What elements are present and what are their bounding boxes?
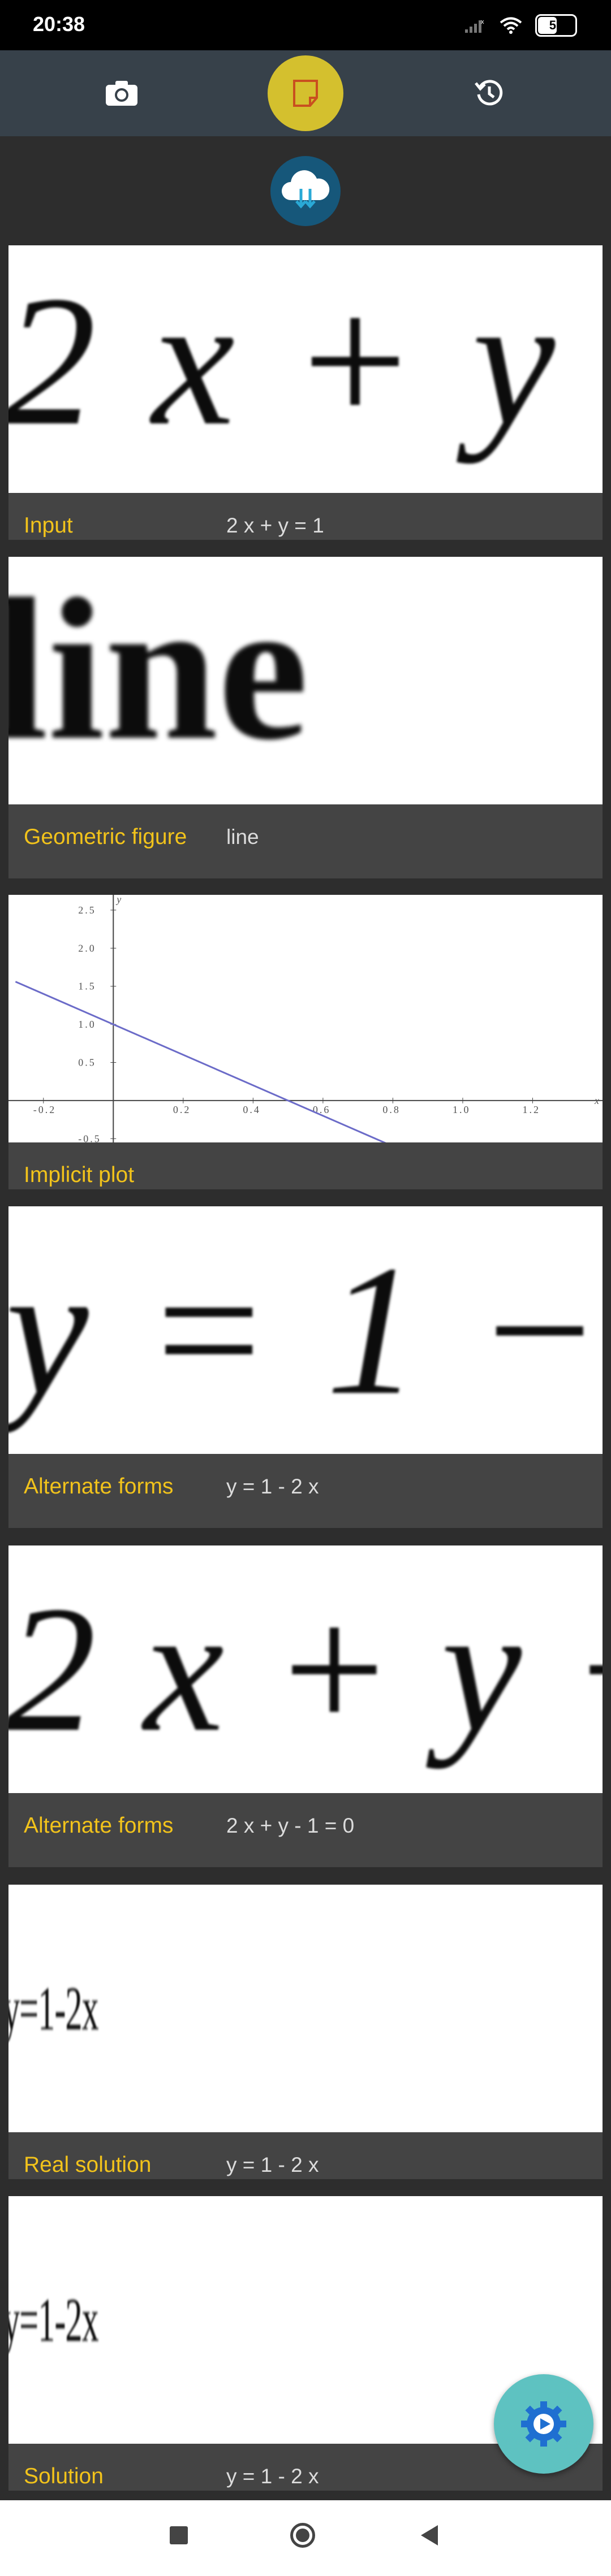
card-info: Input 2 x + y = 1: [8, 493, 603, 540]
y-tick-label: 0.5: [78, 1057, 96, 1068]
x-tick-label: -0.2: [33, 1104, 57, 1115]
card-value: y = 1 - 2 x: [226, 2153, 319, 2176]
card-value: line: [226, 825, 259, 848]
card-image: y=1-2x: [8, 1885, 603, 2132]
y-tick-label: 1.0: [78, 1019, 96, 1030]
note-button[interactable]: [268, 55, 343, 131]
battery-icon: 57: [535, 14, 577, 37]
figure-image: line: [8, 557, 309, 782]
card-value: y = 1 - 2 x: [226, 1475, 319, 1498]
card-image: line: [8, 557, 603, 804]
card-label: Alternate forms: [24, 1813, 174, 1838]
card-info: Implicit plot: [8, 1142, 603, 1189]
card-info: Alternate forms 2 x + y - 1 = 0: [8, 1793, 603, 1867]
card-label: Geometric figure: [24, 825, 187, 849]
gear-play-icon: [521, 2401, 566, 2447]
signal-icon: x: [465, 19, 484, 33]
x-tick-label: 1.0: [453, 1104, 471, 1115]
x-tick-label: 0.4: [243, 1104, 261, 1115]
card-label: Real solution: [24, 2153, 152, 2177]
x-axis-label: x: [594, 1095, 601, 1106]
card-info: Alternate forms y = 1 - 2 x: [8, 1454, 603, 1528]
card-image: y = 1 − 2 x: [8, 1206, 603, 1454]
result-card-alternate-forms-2: 2 x + y − 1 = 0 Alternate forms 2 x + y …: [8, 1545, 603, 1867]
x-tick-label: 0.2: [173, 1104, 191, 1115]
formula-image: 2 x + y − 1 = 0: [8, 1569, 603, 1769]
card-label: Input: [24, 513, 73, 538]
battery-level: 57: [549, 18, 563, 32]
formula-image: y=1-2x: [8, 1973, 99, 2043]
card-value: y = 1 - 2 x: [226, 2465, 319, 2488]
camera-button[interactable]: [91, 50, 153, 136]
cloud-download-icon: [282, 170, 330, 209]
x-tick-label: 0.8: [382, 1104, 401, 1115]
home-icon: [296, 2529, 309, 2542]
y-tick-label: 2.5: [78, 904, 96, 916]
status-bar: 20:38 x 57: [0, 0, 611, 50]
history-button[interactable]: [458, 50, 520, 136]
result-card-input: 2 x + y = 1 Input 2 x + y = 1: [8, 245, 603, 540]
home-button[interactable]: [290, 2523, 315, 2548]
svg-text:x: x: [481, 19, 484, 25]
camera-icon: [106, 81, 137, 106]
top-toolbar: [0, 50, 611, 136]
card-image: 2 x + y − 1 = 0: [8, 1545, 603, 1793]
formula-image: y = 1 − 2 x: [8, 1227, 603, 1434]
recents-button[interactable]: [170, 2526, 188, 2544]
wifi-icon: [500, 17, 522, 34]
y-tick-label: -0.5: [78, 1133, 101, 1142]
card-value: 2 x + y - 1 = 0: [226, 1814, 355, 1837]
result-card-alternate-forms-1: y = 1 − 2 x Alternate forms y = 1 - 2 x: [8, 1206, 603, 1528]
back-button[interactable]: [419, 2524, 439, 2547]
history-icon: [475, 80, 503, 106]
y-tick-label: 1.5: [78, 981, 96, 992]
status-icons: x 57: [464, 12, 577, 38]
note-icon: [293, 80, 318, 107]
formula-image: 2 x + y = 1: [8, 257, 603, 464]
x-tick-label: 0.6: [313, 1104, 331, 1115]
card-value: 2 x + y = 1: [226, 514, 324, 537]
cloud-download-button[interactable]: [270, 156, 341, 226]
card-info: Geometric figure line: [8, 804, 603, 878]
implicit-plot-chart: x y -0.2 0.2 0.4 0.6 0.8 1.0 1.2 -0.5 0.5 1.0 1.5 2.0…: [8, 895, 603, 1142]
card-image: 2 x + y = 1: [8, 245, 603, 493]
formula-image: y=1-2x: [8, 2285, 99, 2354]
card-info: Real solution y = 1 - 2 x: [8, 2132, 603, 2179]
y-axis-label: y: [115, 895, 123, 905]
card-label: Solution: [24, 2464, 104, 2488]
result-card-real-solution: y=1-2x Real solution y = 1 - 2 x: [8, 1885, 603, 2179]
card-label: Implicit plot: [24, 1163, 135, 1187]
system-nav-bar: [0, 2500, 611, 2576]
status-time: 20:38: [33, 12, 85, 36]
result-card-implicit-plot: x y -0.2 0.2 0.4 0.6 0.8 1.0 1.2 -0.5 0.5 1.0 1.5 2.0…: [8, 895, 603, 1189]
result-card-geometric-figure: line Geometric figure line: [8, 557, 603, 878]
y-tick-label: 2.0: [78, 942, 96, 954]
solve-fab-button[interactable]: [494, 2374, 593, 2474]
card-label: Alternate forms: [24, 1474, 174, 1499]
x-tick-label: 1.2: [522, 1104, 540, 1115]
series-line: [15, 981, 386, 1142]
plot-image: x y -0.2 0.2 0.4 0.6 0.8 1.0 1.2 -0.5 0.5 1.0 1.5 2.0…: [8, 895, 603, 1142]
